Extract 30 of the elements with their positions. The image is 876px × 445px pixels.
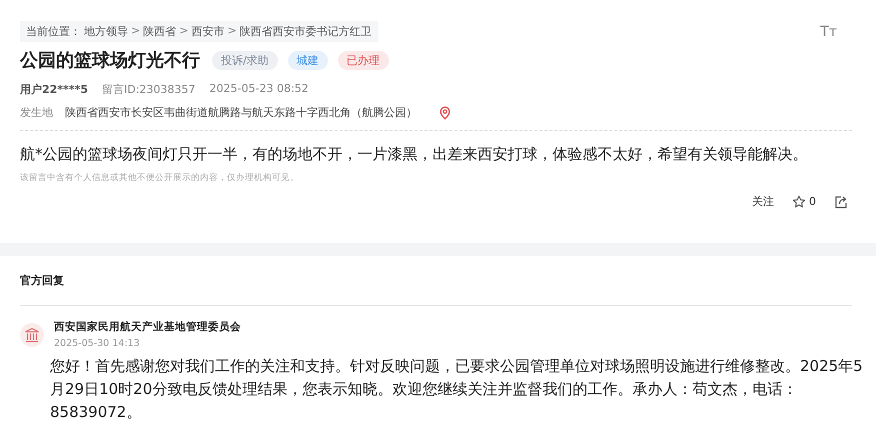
- breadcrumb-link[interactable]: 地方领导: [84, 24, 128, 39]
- post-time: 2025-05-23 08:52: [209, 82, 309, 97]
- follow-button[interactable]: 关注: [752, 194, 774, 209]
- category-tag: 已办理: [338, 50, 389, 70]
- breadcrumb-label: 当前位置：: [26, 24, 81, 39]
- breadcrumb-link[interactable]: 陕西省西安市委书记方红卫: [240, 24, 372, 39]
- font-size-button[interactable]: Tт: [820, 24, 837, 40]
- reply-text: 您好！首先感谢您对我们工作的关注和支持。针对反映问题，已要求公园管理单位对球场照明设施进行维修整改。2025年5月29日10时20分致电反馈处理结果，您表示知晓。欢迎您继续关注并监督我们的工作。承办人：苟文杰，电话：85839072。: [50, 356, 864, 423]
- category-tag: 城建: [288, 50, 328, 70]
- reply-time: 2025-05-30 14:13: [54, 338, 141, 349]
- message-content: 航*公园的篮球场夜间灯只开一半，有的场地不开，一片漆黑，出差来西安打球，体验感不太好，希望有关领导能解决。: [20, 145, 808, 164]
- organization-name: 西安国家民用航天产业基地管理委员会: [54, 320, 241, 334]
- section-heading: 官方回复: [20, 273, 65, 288]
- breadcrumb-link[interactable]: 西安市: [191, 24, 224, 39]
- location-pin-icon[interactable]: [439, 106, 451, 120]
- like-button[interactable]: 0: [792, 194, 816, 208]
- star-icon: [792, 194, 806, 208]
- message-title: 公园的篮球场灯光不行: [20, 49, 200, 72]
- location-address: 陕西省西安市长安区韦曲街道航腾路与航天东路十字西北角（航腾公园）: [65, 105, 417, 120]
- privacy-note: 该留言中含有个人信息或其他不便公开展示的内容，仅办理机构可见。: [20, 172, 300, 184]
- breadcrumb-link[interactable]: 陕西省: [143, 24, 176, 39]
- message-id: 留言ID:23038357: [102, 82, 196, 97]
- user-name: 用户22****5: [20, 82, 88, 97]
- share-icon[interactable]: [834, 194, 848, 208]
- breadcrumb-separator: >: [131, 24, 140, 39]
- breadcrumb-separator: >: [179, 24, 188, 39]
- category-tag: 投诉/求助: [212, 50, 278, 70]
- location-label: 发生地: [20, 105, 53, 120]
- building-icon: [24, 326, 40, 342]
- breadcrumb-separator: >: [227, 24, 237, 39]
